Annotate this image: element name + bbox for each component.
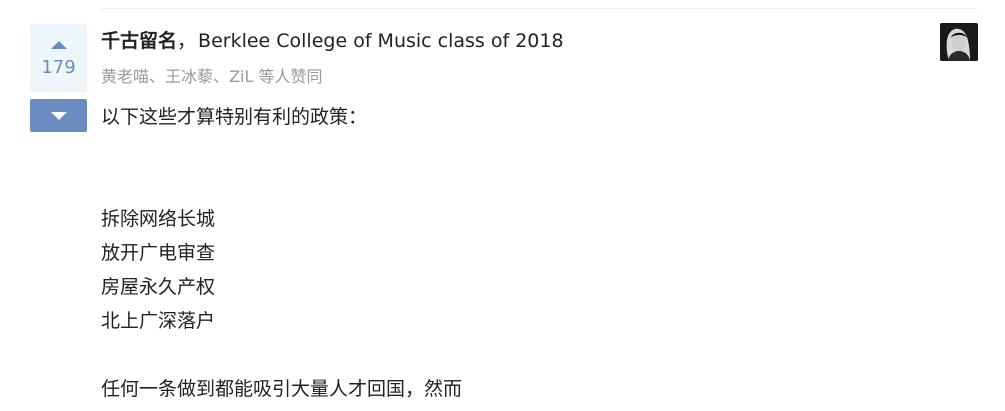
voter-link[interactable]: 王冰藜 <box>165 67 213 86</box>
author-name-link[interactable]: 千古留名 <box>101 30 177 52</box>
downvote-button[interactable] <box>30 99 87 132</box>
voter-link[interactable]: 黄老喵 <box>101 67 149 86</box>
voter-separator: 、 <box>149 67 166 86</box>
avatar-image <box>940 23 978 61</box>
author-info: 千古留名， Berklee College of Music class of 2… <box>101 29 564 53</box>
answer-list-item: 拆除网络长城 <box>101 208 216 230</box>
arrow-up-icon <box>50 41 67 49</box>
vote-count: 179 <box>41 57 76 78</box>
voter-separator: 、 <box>213 67 230 86</box>
answer-card: 179 千古留名， Berklee College of Music class … <box>0 0 1005 411</box>
arrow-down-icon <box>50 112 67 120</box>
voters-suffix[interactable]: 等人赞同 <box>253 67 322 86</box>
avatar[interactable] <box>940 23 978 61</box>
voters-summary: 黄老喵、王冰藜、ZiL 等人赞同 <box>101 66 322 88</box>
answer-list-item: 房屋永久产权 <box>101 276 216 298</box>
answer-intro: 以下这些才算特别有利的政策： <box>101 106 368 128</box>
divider <box>100 8 978 9</box>
answer-list-item: 放开广电审查 <box>101 242 216 264</box>
answer-list-item: 北上广深落户 <box>101 310 216 332</box>
voter-link[interactable]: ZiL <box>229 67 253 86</box>
author-bio: Berklee College of Music class of 2018 <box>198 30 564 52</box>
upvote-button[interactable]: 179 <box>30 24 87 92</box>
answer-content: 以下这些才算特别有利的政策： 拆除网络长城 放开广电审查 房屋永久产权 北上广深… <box>101 100 961 406</box>
answer-conclusion: 任何一条做到都能吸引大量人才回国，然而 <box>101 378 463 400</box>
author-separator: ， <box>177 30 197 52</box>
